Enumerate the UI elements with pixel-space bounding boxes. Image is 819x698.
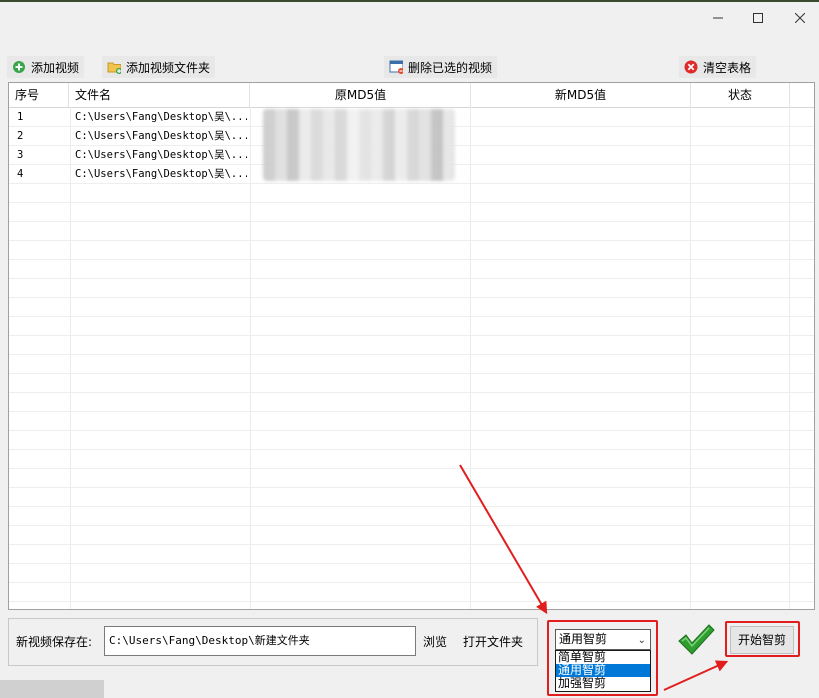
column-header-new-md5[interactable]: 新MD5值 xyxy=(471,83,691,107)
column-header-index[interactable]: 序号 xyxy=(9,83,69,107)
add-video-folder-button[interactable]: 添加视频文件夹 xyxy=(102,56,216,78)
mode-select[interactable]: 通用智剪 ⌄ xyxy=(555,629,651,650)
column-header-old-md5[interactable]: 原MD5值 xyxy=(251,83,471,107)
minimize-button[interactable] xyxy=(704,8,732,28)
row-1-index: 1 xyxy=(17,111,24,123)
table-header: 序号 文件名 原MD5值 新MD5值 状态 xyxy=(9,83,814,108)
close-icon xyxy=(795,13,805,23)
row-divider xyxy=(9,430,814,431)
row-4-filename: C:\Users\Fang\Desktop\吴\... xyxy=(75,168,247,180)
row-3-index: 3 xyxy=(17,149,24,161)
row-divider xyxy=(9,506,814,507)
row-divider xyxy=(9,449,814,450)
save-path-input[interactable]: C:\Users\Fang\Desktop\新建文件夹 xyxy=(104,626,416,656)
add-video-folder-label: 添加视频文件夹 xyxy=(126,60,211,75)
row-divider xyxy=(9,354,814,355)
add-video-button[interactable]: 添加视频 xyxy=(7,56,85,78)
folder-add-icon xyxy=(107,60,121,74)
chevron-down-icon: ⌄ xyxy=(637,635,646,646)
delete-window-icon xyxy=(389,60,403,74)
start-button[interactable]: 开始智剪 xyxy=(730,626,794,654)
row-2-filename: C:\Users\Fang\Desktop\吴\... xyxy=(75,130,247,142)
clear-table-label: 清空表格 xyxy=(703,60,752,75)
mode-select-value: 通用智剪 xyxy=(559,632,608,646)
row-3-filename: C:\Users\Fang\Desktop\吴\... xyxy=(75,149,247,161)
mode-option-enhanced[interactable]: 加强智剪 xyxy=(556,677,650,690)
delete-selected-button[interactable]: 删除已选的视频 xyxy=(384,56,498,78)
background-strip xyxy=(0,680,104,698)
row-divider xyxy=(9,601,814,602)
row-divider xyxy=(9,297,814,298)
redacted-md5-values xyxy=(263,109,455,181)
row-divider xyxy=(9,259,814,260)
row-divider xyxy=(9,392,814,393)
minimize-icon xyxy=(713,17,723,19)
window-top-edge xyxy=(0,0,819,2)
row-divider xyxy=(9,373,814,374)
row-2-index: 2 xyxy=(17,130,24,142)
row-divider xyxy=(9,411,814,412)
row-divider xyxy=(9,487,814,488)
row-divider xyxy=(9,335,814,336)
plus-circle-icon xyxy=(12,60,26,74)
row-divider xyxy=(9,240,814,241)
arrow-to-start-button xyxy=(663,660,729,691)
row-divider xyxy=(9,544,814,545)
row-divider xyxy=(9,202,814,203)
row-divider xyxy=(9,563,814,564)
row-1-filename: C:\Users\Fang\Desktop\吴\... xyxy=(75,111,247,123)
add-video-label: 添加视频 xyxy=(31,60,80,75)
row-4-index: 4 xyxy=(17,168,24,180)
mode-dropdown-list: 简单智剪 通用智剪 加强智剪 xyxy=(555,650,651,692)
row-divider xyxy=(9,468,814,469)
maximize-icon xyxy=(753,13,763,23)
save-location-label: 新视频保存在: xyxy=(16,635,93,649)
open-folder-button[interactable]: 打开文件夹 xyxy=(463,633,523,650)
row-divider xyxy=(9,582,814,583)
close-button[interactable] xyxy=(786,8,814,28)
row-divider xyxy=(9,278,814,279)
browse-button[interactable]: 浏览 xyxy=(423,633,447,650)
row-divider xyxy=(9,525,814,526)
video-table[interactable]: 序号 文件名 原MD5值 新MD5值 状态 1 C:\Users\Fang\De… xyxy=(8,82,815,610)
row-divider xyxy=(9,221,814,222)
checkmark-icon xyxy=(678,624,715,655)
column-header-filename[interactable]: 文件名 xyxy=(70,83,250,107)
row-divider xyxy=(9,316,814,317)
column-header-status[interactable]: 状态 xyxy=(691,83,790,107)
delete-selected-label: 删除已选的视频 xyxy=(408,60,493,75)
maximize-button[interactable] xyxy=(744,8,772,28)
clear-table-button[interactable]: 清空表格 xyxy=(679,56,757,78)
clear-x-icon xyxy=(684,60,698,74)
